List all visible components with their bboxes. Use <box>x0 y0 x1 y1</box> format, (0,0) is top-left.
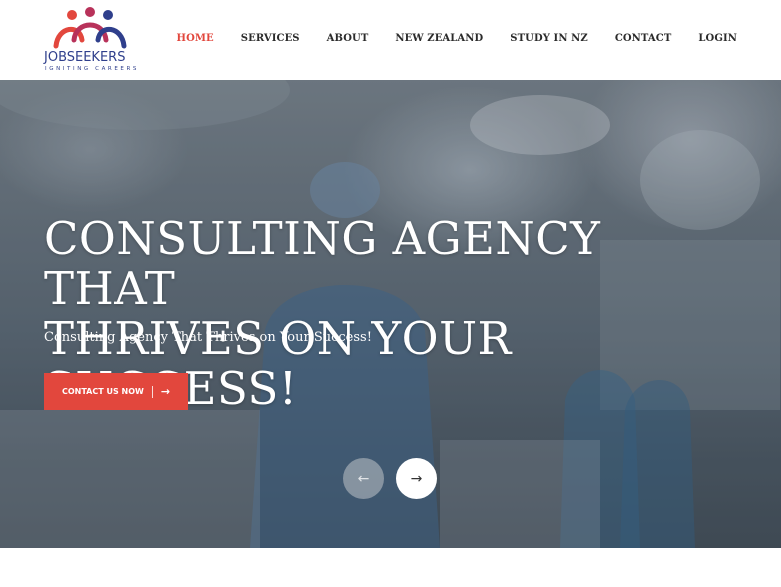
contact-us-now-label: CONTACT US NOW <box>61 387 144 396</box>
hero-title-line-1: CONSULTING AGENCY THAT <box>44 212 601 315</box>
logo-wordmark: JOBSEEKERS <box>44 50 126 65</box>
hero-subtitle: Consulting Agency That Thrives on Your S… <box>44 330 372 345</box>
nav-contact[interactable]: CONTACT <box>615 33 672 44</box>
nav-new-zealand[interactable]: NEW ZEALAND <box>395 33 483 44</box>
page-content-start <box>0 548 781 587</box>
arrow-right-icon: → <box>410 470 423 487</box>
arrow-right-icon: → <box>160 385 171 398</box>
nav-services[interactable]: SERVICES <box>241 33 300 44</box>
logo-tagline: IGNITING CAREERS <box>45 66 140 72</box>
nav-study-in-nz[interactable]: STUDY IN NZ <box>510 33 588 44</box>
slider-prev-button[interactable]: ← <box>343 458 384 499</box>
hero-slider: CONSULTING AGENCY THAT THRIVES ON YOUR S… <box>0 80 781 548</box>
nav-about[interactable]: ABOUT <box>327 33 369 44</box>
site-header: JOBSEEKERS IGNITING CAREERS HOME SERVICE… <box>0 0 781 80</box>
slider-next-button[interactable]: → <box>396 458 437 499</box>
logo-people-icon <box>53 7 127 49</box>
nav-login[interactable]: LOGIN <box>698 33 737 44</box>
cta-divider <box>151 385 153 398</box>
nav-home[interactable]: HOME <box>177 33 214 44</box>
main-nav: HOME SERVICES ABOUT NEW ZEALAND STUDY IN… <box>150 33 737 44</box>
jobseekers-logo[interactable]: JOBSEEKERS IGNITING CAREERS <box>44 6 140 72</box>
arrow-left-icon: ← <box>357 470 370 487</box>
contact-us-now-button[interactable]: CONTACT US NOW → <box>44 373 188 410</box>
